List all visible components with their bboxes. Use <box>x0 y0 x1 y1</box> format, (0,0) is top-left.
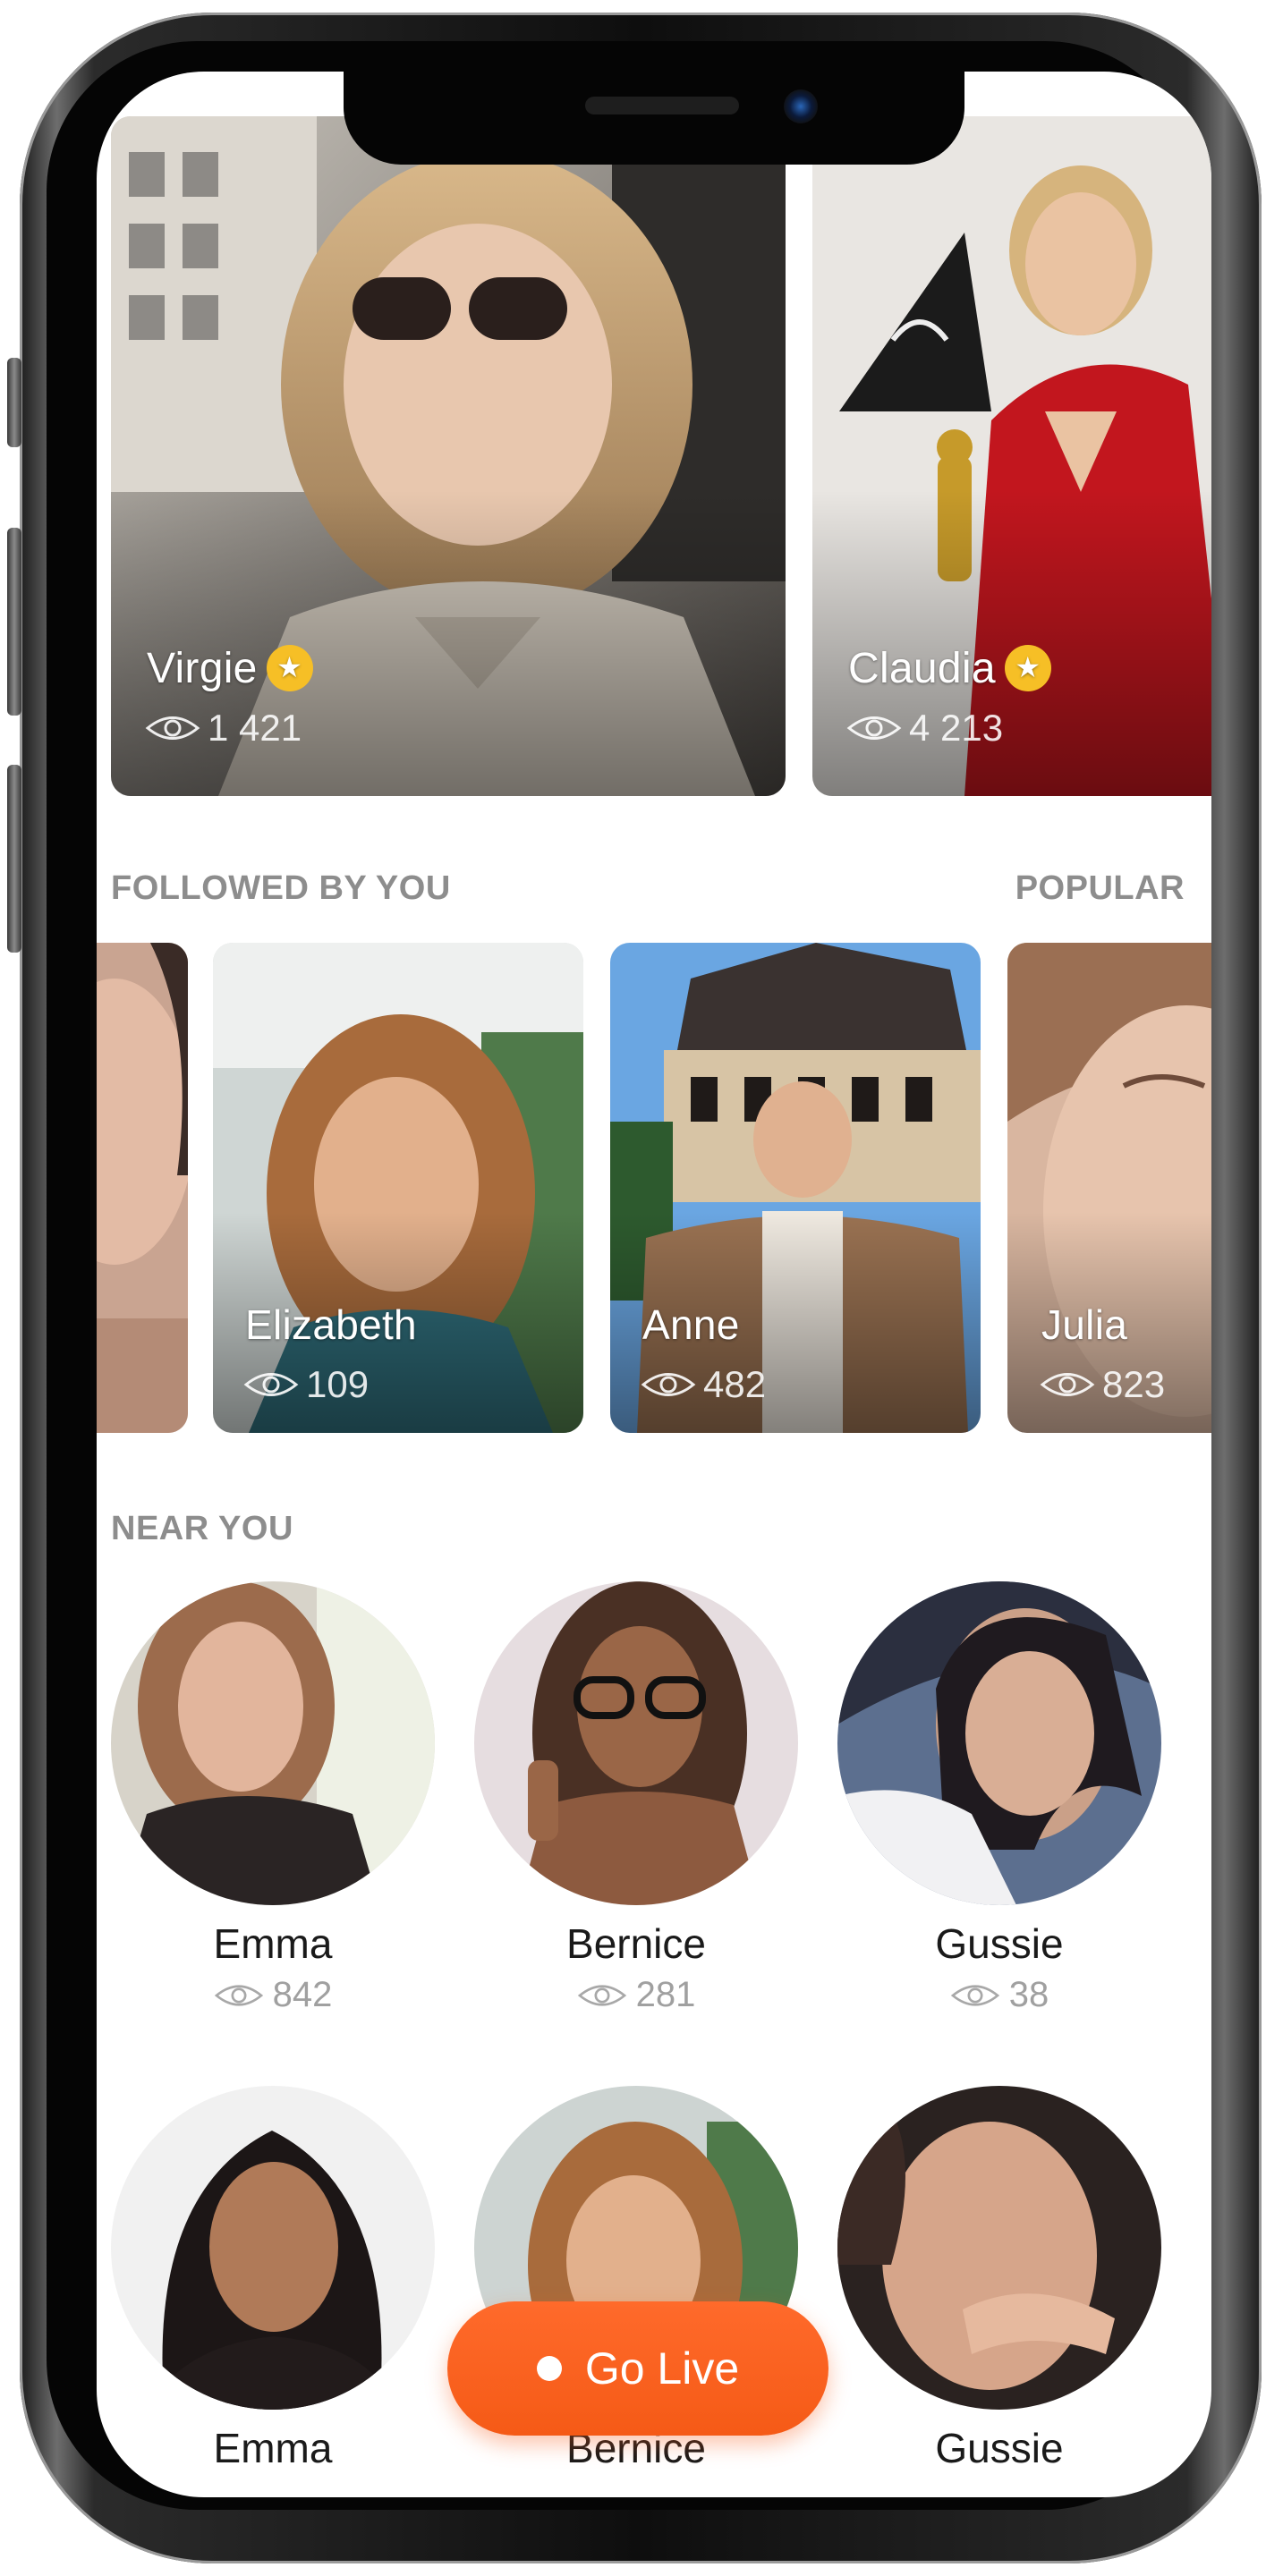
view-count: 823 <box>1040 1363 1165 1406</box>
avatar-photo <box>111 1581 435 1905</box>
photo-shade <box>111 490 786 796</box>
go-live-label: Go Live <box>584 2343 740 2394</box>
view-count: 1 421 <box>145 707 302 750</box>
volume-up-button <box>7 528 21 716</box>
notch <box>344 72 964 165</box>
person-view-count: 281 <box>474 1975 798 2015</box>
card-name: Claudia ★ <box>848 644 1051 693</box>
avatar-gussie[interactable] <box>837 1581 1161 1905</box>
view-count: 482 <box>641 1363 766 1406</box>
avatar-photo <box>837 1581 1161 1905</box>
person-view-count: 38 <box>837 1975 1161 2015</box>
story-card-elizabeth[interactable]: Elizabeth 109 <box>213 943 583 1433</box>
card-name: Julia <box>1041 1301 1128 1348</box>
eye-icon <box>243 1373 299 1396</box>
eye-icon <box>577 1984 626 2006</box>
story-card-julia[interactable]: Julia 823 <box>1007 943 1211 1433</box>
view-count: 4 213 <box>846 707 1003 750</box>
volume-down-button <box>7 765 21 953</box>
avatar-gussie-2[interactable] <box>837 2086 1161 2410</box>
live-card-claudia[interactable]: Claudia ★ 4 213 <box>812 116 1211 796</box>
card-name: Virgie ★ <box>147 644 313 693</box>
section-title-followed: FOLLOWED BY YOU <box>111 869 451 907</box>
front-camera <box>784 89 818 123</box>
speaker-grille <box>585 97 739 114</box>
avatar-emma-2[interactable] <box>111 2086 435 2410</box>
go-live-button[interactable]: Go Live <box>447 2301 828 2436</box>
section-title-near-you: NEAR YOU <box>111 1510 293 1547</box>
eye-icon <box>214 1984 263 2006</box>
eye-icon <box>641 1373 696 1396</box>
star-icon: ★ <box>266 645 313 691</box>
app-screen: Virgie ★ 1 421 Claudia ★ 4 213 FOLLOWED … <box>97 72 1211 2497</box>
person-name: Gussie <box>935 2425 1064 2471</box>
avatar-photo <box>474 1581 798 1905</box>
eye-icon <box>950 1984 999 2006</box>
card-name: Elizabeth <box>245 1301 417 1348</box>
popular-link[interactable]: POPULAR <box>1015 869 1185 908</box>
eye-icon <box>1040 1373 1095 1396</box>
avatar-bernice[interactable] <box>474 1581 798 1905</box>
person-name: Bernice <box>566 1920 706 1967</box>
person-name: Gussie <box>935 1920 1064 1967</box>
eye-icon <box>145 716 200 740</box>
person-view-count: 842 <box>111 1975 435 2015</box>
avatar-photo <box>111 2086 435 2410</box>
eye-icon <box>846 716 902 740</box>
person-name: Emma <box>213 2425 333 2471</box>
star-icon: ★ <box>1004 645 1051 691</box>
card-name: Anne <box>642 1301 740 1348</box>
mute-switch <box>7 358 21 447</box>
live-card-virgie[interactable]: Virgie ★ 1 421 <box>111 116 786 796</box>
story-card-anne[interactable]: Anne 482 <box>610 943 981 1433</box>
avatar-emma[interactable] <box>111 1581 435 1905</box>
person-name: Emma <box>213 1920 333 1967</box>
story-photo <box>97 943 188 1433</box>
story-card-partial[interactable] <box>97 943 188 1433</box>
view-count: 109 <box>243 1363 369 1406</box>
dot-icon <box>536 2356 562 2381</box>
avatar-photo <box>837 2086 1161 2410</box>
photo-shade <box>812 490 1211 796</box>
